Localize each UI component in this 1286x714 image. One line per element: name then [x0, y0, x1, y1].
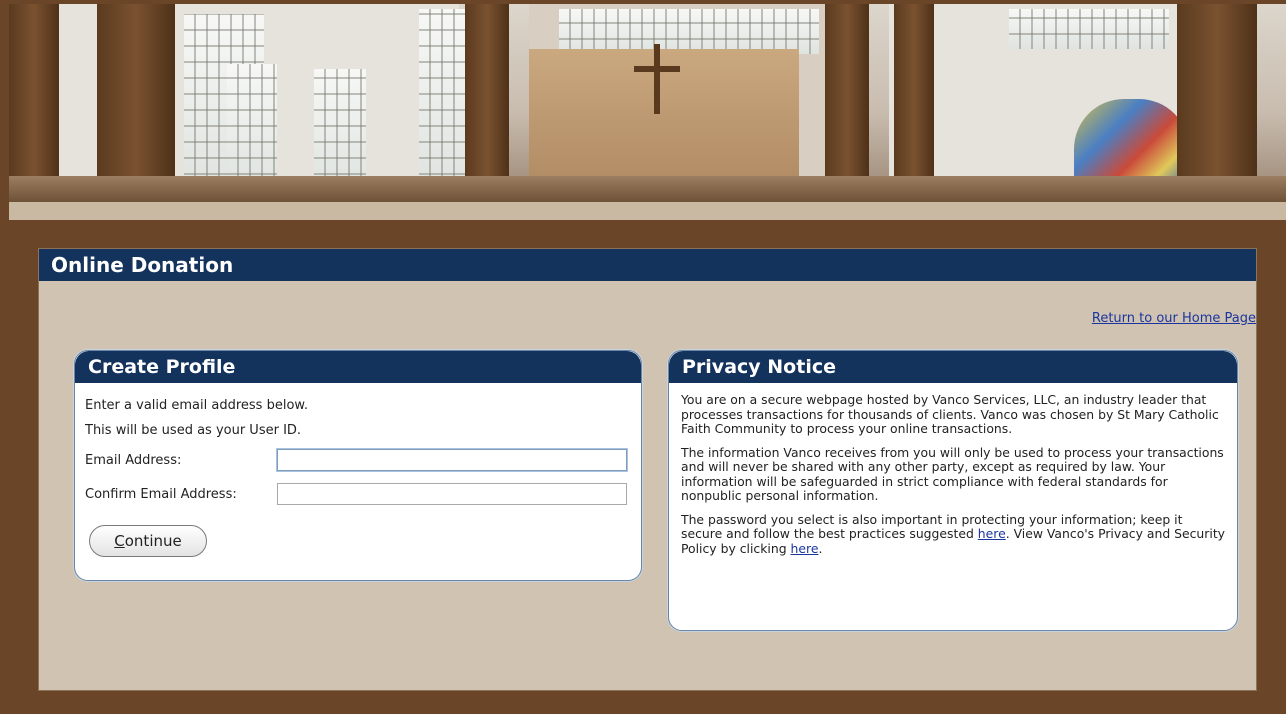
banner-pillar	[894, 4, 934, 202]
continue-button[interactable]: Continue	[89, 525, 207, 557]
banner-window	[227, 64, 277, 189]
email-row: Email Address:	[85, 443, 631, 477]
privacy-notice-title: Privacy Notice	[669, 351, 1237, 383]
confirm-email-field[interactable]	[277, 483, 627, 505]
privacy-paragraph: The information Vanco receives from you …	[681, 444, 1224, 503]
instruction-text: This will be used as your User ID.	[85, 423, 302, 438]
privacy-paragraph: You are on a secure webpage hosted by Va…	[681, 392, 1219, 436]
crucifix	[654, 44, 660, 114]
banner-window	[1009, 9, 1169, 49]
banner-pillar	[9, 4, 59, 202]
panel-title: Online Donation	[39, 249, 1256, 281]
privacy-text: .	[818, 540, 823, 556]
return-home-link[interactable]: Return to our Home Page	[1056, 311, 1256, 326]
stained-glass-window	[1074, 99, 1189, 184]
banner-pews	[9, 176, 1286, 202]
banner-divider	[9, 202, 1286, 220]
instruction-text: Enter a valid email address below.	[85, 398, 308, 413]
crucifix	[634, 66, 680, 72]
confirm-email-row: Confirm Email Address:	[85, 477, 631, 511]
privacy-policy-link[interactable]: here	[791, 541, 819, 556]
best-practices-link[interactable]: here	[978, 526, 1006, 541]
email-label: Email Address:	[85, 452, 182, 468]
privacy-paragraph: The password you select is also importan…	[681, 512, 1225, 557]
banner-pillar	[97, 4, 175, 202]
online-donation-panel: Online Donation Return to our Home Page …	[38, 248, 1257, 691]
banner-window	[559, 9, 819, 54]
banner-pillar	[465, 4, 509, 202]
page: Online Donation Return to our Home Page …	[9, 4, 1286, 714]
banner-window	[314, 69, 366, 189]
continue-label: ontinue	[124, 532, 182, 550]
email-field[interactable]	[277, 449, 627, 471]
continue-accesskey: C	[114, 532, 125, 550]
banner-pillar	[825, 4, 869, 202]
create-profile-title: Create Profile	[75, 351, 641, 383]
create-profile-card: Create Profile Enter a valid email addre…	[74, 350, 642, 581]
banner-pillar	[1177, 4, 1257, 202]
church-banner-image	[9, 4, 1286, 202]
privacy-notice-card: Privacy Notice You are on a secure webpa…	[668, 350, 1238, 631]
confirm-email-label: Confirm Email Address:	[85, 486, 237, 502]
